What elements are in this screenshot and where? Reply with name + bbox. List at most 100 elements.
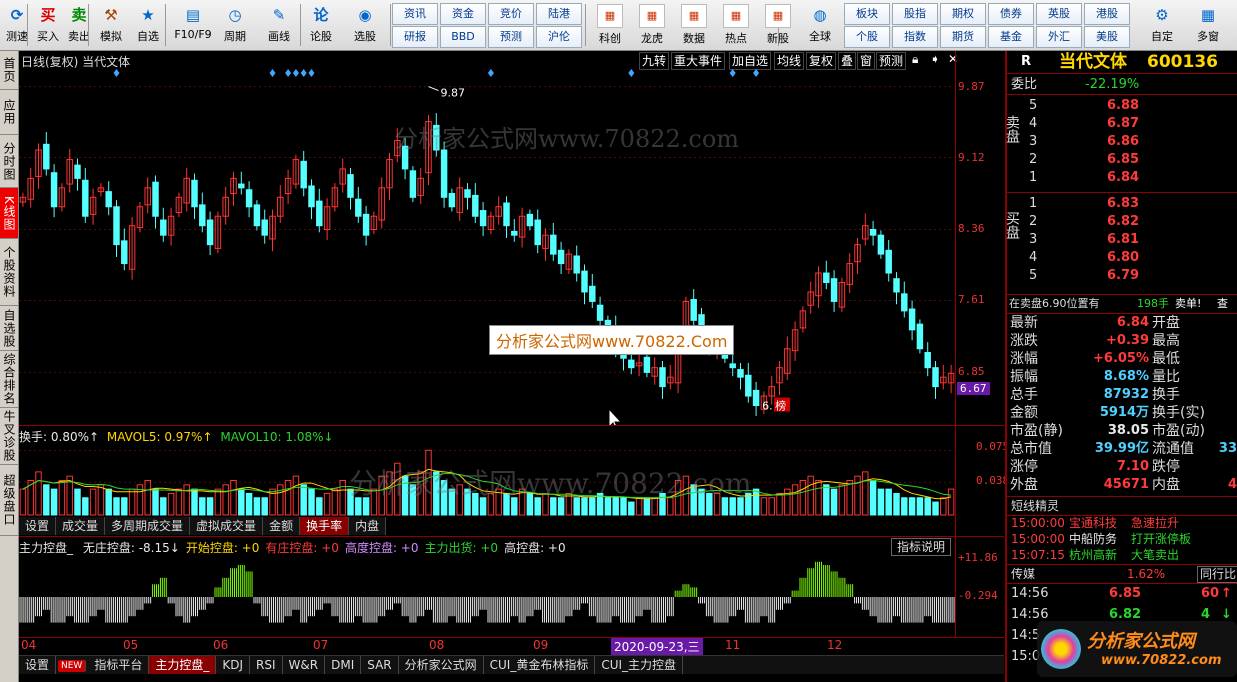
kline-header-button[interactable]: 重大事件 <box>671 52 726 70</box>
toolbar-data-button[interactable]: ▦ 科创 <box>590 2 630 48</box>
toolbar-market-button[interactable]: 期货 <box>940 26 986 48</box>
volume-tab[interactable]: 设置 <box>19 517 57 535</box>
left-tab-0[interactable]: 首页 <box>0 51 18 90</box>
kline-header-button[interactable]: 复权 <box>806 52 837 70</box>
indicator-tab[interactable]: W&R <box>283 656 326 674</box>
volume-bar <box>908 497 916 516</box>
toolbar-data-button[interactable]: ▦ 龙虎 <box>632 2 672 48</box>
toolbar-market-button[interactable]: 期权 <box>940 3 986 25</box>
volume-tab[interactable]: 虚拟成交量 <box>190 517 264 535</box>
left-tab-3[interactable]: K线图 <box>0 188 18 239</box>
toolbar-market-button[interactable]: 港股 <box>1084 3 1130 25</box>
arrow-menu-icon[interactable]: ➧ <box>930 52 940 66</box>
toolbar-star-button[interactable]: ★ 自选 <box>131 2 165 48</box>
toolbar-small-button[interactable]: 陆港 <box>536 3 582 25</box>
left-tab-4[interactable]: 个股资料 <box>0 239 18 306</box>
left-tab-strip: 首页 应用 分时图 K线图 个股资料 自选股 综合排名 牛叉诊股 超级盘口 <box>0 51 19 682</box>
volume-tab[interactable]: 换手率 <box>300 517 350 535</box>
indicator-tab[interactable]: CUI_主力控盘 <box>595 656 684 674</box>
elf-row[interactable]: 15:00:00 中船防务 打开涨停板 <box>1007 531 1237 547</box>
left-tab-2[interactable]: 分时图 <box>0 135 18 188</box>
indicator-tab[interactable]: KDJ <box>216 656 251 674</box>
kline-header-button[interactable]: 预测 <box>876 52 907 70</box>
toolbar-buy-button[interactable]: 买买入 <box>31 2 65 48</box>
buy-level-row[interactable]: 3 6.81 <box>1007 231 1237 249</box>
toolbar-small-button[interactable]: 预测 <box>488 26 534 48</box>
toolbar-market-button[interactable]: 外汇 <box>1036 26 1082 48</box>
kline-pane[interactable]: 日线(复权) 当代文体 九转 重大事件 加自选 均线 复权叠窗预测 🔒︎ ➧ ✕ 9.87 6.… <box>19 51 1004 426</box>
indicator-tab[interactable]: 分析家公式网 <box>399 656 484 674</box>
sell-level-row[interactable]: 5 6.88 <box>1007 97 1237 115</box>
left-tab-6[interactable]: 综合排名 <box>0 351 18 408</box>
toolbar-gear-button[interactable]: ⚙ 自定 <box>1140 2 1184 48</box>
peer-compare-button[interactable]: 同行比 <box>1197 566 1237 583</box>
volume-tab[interactable]: 成交量 <box>56 517 106 535</box>
left-tab-8[interactable]: 超级盘口 <box>0 465 18 536</box>
stat-label: 振幅 <box>1010 369 1038 385</box>
kline-header-button[interactable]: 加自选 <box>729 52 772 70</box>
indicator-tab[interactable]: CUI_黄金布林指标 <box>484 656 596 674</box>
toolbar-clock-button[interactable]: ◷ 周期 <box>218 2 252 48</box>
indicator-tab[interactable]: 指标平台 <box>88 656 150 674</box>
sell-level-row[interactable]: 2 6.85 <box>1007 151 1237 169</box>
toolbar-discuss-button[interactable]: 论论股 <box>304 2 338 48</box>
toolbar-speed-button[interactable]: ⟳ 测速 <box>0 2 34 48</box>
indicator-tab[interactable]: 设置 <box>19 656 57 674</box>
toolbar-hammer-button[interactable]: ⚒ 模拟 <box>94 2 128 48</box>
left-tab-1[interactable]: 应用 <box>0 90 18 135</box>
toolbar-market-button[interactable]: 指数 <box>892 26 938 48</box>
volume-bar <box>339 480 346 516</box>
toolbar-market-button[interactable]: 基金 <box>988 26 1034 48</box>
toolbar-market-button[interactable]: 板块 <box>844 3 890 25</box>
logo-title: 分析家公式网 <box>1087 631 1195 652</box>
toolbar-small-button[interactable]: 资讯 <box>392 3 438 25</box>
elf-row[interactable]: 15:07:15 杭州高新 大笔卖出 <box>1007 547 1237 563</box>
left-tab-7[interactable]: 牛叉诊股 <box>0 408 18 465</box>
toolbar-market-button[interactable]: 美股 <box>1084 26 1130 48</box>
toolbar-global-button[interactable]: ◍ 全球 <box>800 2 840 48</box>
buy-level: 1 <box>1029 196 1038 211</box>
toolbar-windows-button[interactable]: ▦ 多窗 <box>1186 2 1230 48</box>
toolbar-small-button[interactable]: BBD <box>440 26 486 48</box>
buy-level-row[interactable]: 4 6.80 <box>1007 249 1237 267</box>
left-tab-5[interactable]: 自选股 <box>0 306 18 351</box>
toolbar-market-button[interactable]: 个股 <box>844 26 890 48</box>
buy-level-row[interactable]: 1 6.83 <box>1007 195 1237 213</box>
toolbar-market-button[interactable]: 股指 <box>892 3 938 25</box>
kline-header-button[interactable]: 叠 <box>838 52 857 70</box>
volume-tab[interactable]: 内盘 <box>349 517 387 535</box>
indicator-tab[interactable]: RSI <box>250 656 283 674</box>
toolbar-data-button[interactable]: ▦ 数据 <box>674 2 714 48</box>
toolbar-market-button[interactable]: 债券 <box>988 3 1034 25</box>
lock-icon[interactable]: 🔒︎ <box>912 52 918 67</box>
indicator-tab[interactable]: DMI <box>325 656 362 674</box>
volume-pane[interactable]: 换手: 0.80%↑ MAVOL5: 0.97%↑ MAVOL10: 1.08%… <box>19 426 1009 537</box>
toolbar-small-button[interactable]: 研报 <box>392 26 438 48</box>
toolbar-f10-button[interactable]: ▤ F10/F9 <box>172 2 214 48</box>
indicator-tab[interactable]: 主力控盘_ <box>149 656 217 674</box>
elf-row[interactable]: 15:00:00 宝通科技 急速拉升 <box>1007 515 1237 531</box>
buy-level-row[interactable]: 5 6.79 <box>1007 267 1237 285</box>
toolbar-small-button[interactable]: 竞价 <box>488 3 534 25</box>
kline-header-button[interactable]: 九转 <box>639 52 670 70</box>
sell-level-row[interactable]: 1 6.84 <box>1007 169 1237 187</box>
indicator-pane[interactable]: 主力控盘_ 无庄控盘: -8.15↓ 开始控盘: +0 有庄控盘: +0 高度控盘: … <box>19 537 1004 638</box>
toolbar-sell-button[interactable]: 卖卖出 <box>62 2 96 48</box>
toolbar-screener-button[interactable]: ◉ 选股 <box>348 2 382 48</box>
toolbar-small-button[interactable]: 资金 <box>440 3 486 25</box>
volume-tab[interactable]: 金额 <box>263 517 301 535</box>
kline-header-button[interactable]: 均线 <box>774 52 805 70</box>
notice-query-button[interactable]: 查 <box>1217 295 1228 313</box>
volume-bar <box>121 497 128 516</box>
buy-level-row[interactable]: 2 6.82 <box>1007 213 1237 231</box>
kline-header-button[interactable]: 窗 <box>857 52 876 70</box>
sell-level-row[interactable]: 3 6.86 <box>1007 133 1237 151</box>
indicator-tab[interactable]: SAR <box>361 656 399 674</box>
toolbar-small-button[interactable]: 沪伦 <box>536 26 582 48</box>
toolbar-data-button[interactable]: ▦ 新股 <box>758 2 798 48</box>
toolbar-data-button[interactable]: ▦ 热点 <box>716 2 756 48</box>
volume-tab[interactable]: 多周期成交量 <box>105 517 191 535</box>
sell-level-row[interactable]: 4 6.87 <box>1007 115 1237 133</box>
toolbar-market-button[interactable]: 英股 <box>1036 3 1082 25</box>
toolbar-pencil-button[interactable]: ✎ 画线 <box>262 2 296 48</box>
